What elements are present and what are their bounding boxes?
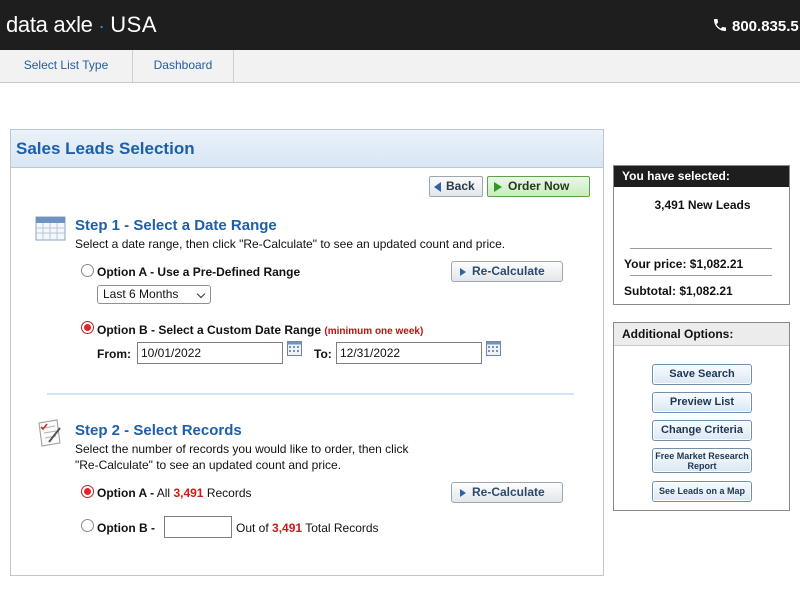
phone-icon	[714, 19, 726, 31]
section-divider	[47, 393, 574, 395]
recalc-label: Re-Calculate	[472, 264, 545, 278]
nav-select-list-type[interactable]: Select List Type	[0, 50, 133, 82]
from-date-input[interactable]	[137, 342, 283, 364]
summary-divider	[630, 248, 772, 249]
page-title: Sales Leads Selection	[16, 139, 195, 158]
checklist-icon	[38, 419, 61, 447]
from-calendar-icon[interactable]	[287, 341, 302, 356]
recalc-arrow-icon	[460, 268, 466, 276]
panel-header: Sales Leads Selection	[11, 130, 603, 168]
market-research-report-button[interactable]: Free Market Research Report	[652, 448, 752, 473]
back-button-label: Back	[446, 179, 475, 193]
your-price: Your price: $1,082.21	[624, 257, 744, 271]
step2-option-a-radio[interactable]	[81, 485, 94, 498]
back-arrow-icon	[434, 182, 441, 192]
preview-list-button[interactable]: Preview List	[652, 392, 752, 413]
nav-dashboard[interactable]: Dashboard	[133, 50, 234, 82]
summary-divider	[630, 275, 772, 276]
logo-separator: ·	[98, 16, 105, 36]
step2-option-b-prefix: Option B -	[97, 521, 155, 535]
to-calendar-icon[interactable]	[486, 341, 501, 356]
calendar-icon	[35, 216, 66, 241]
step1-title: Step 1 - Select a Date Range	[75, 217, 277, 234]
step2-recalculate-button[interactable]: Re-Calculate	[451, 482, 563, 503]
logo[interactable]: data axle · USA	[6, 12, 157, 38]
phone-number[interactable]: 800.835.5	[712, 17, 799, 35]
to-label: To:	[314, 347, 332, 361]
step1-description: Select a date range, then click "Re-Calc…	[75, 237, 506, 251]
change-criteria-button[interactable]: Change Criteria	[652, 420, 752, 441]
nav-bar: Select List Type Dashboard	[0, 50, 800, 83]
sales-leads-panel: Sales Leads Selection Back Order Now Ste…	[10, 129, 604, 576]
step2-option-b-suffix: Out of 3,491 Total Records	[236, 521, 379, 535]
play-arrow-icon	[494, 182, 502, 192]
step1-option-b-label: Option B - Select a Custom Date Range (m…	[97, 323, 424, 337]
order-now-button[interactable]: Order Now	[487, 176, 590, 197]
selected-leads-count: 3,491 New Leads	[654, 198, 751, 212]
recalc-label: Re-Calculate	[472, 485, 545, 499]
date-range-select[interactable]: Last 6 Months	[97, 285, 211, 304]
additional-options-header: Additional Options:	[614, 323, 789, 346]
selection-summary-header: You have selected:	[614, 166, 789, 187]
step1-option-a-radio[interactable]	[81, 264, 94, 277]
record-count: 3,491	[173, 486, 204, 500]
to-date-input[interactable]	[336, 342, 482, 364]
logo-country: USA	[110, 12, 158, 37]
from-label: From:	[97, 347, 131, 361]
logo-brand: data axle	[6, 12, 93, 37]
step2-description-line1: Select the number of records you would l…	[75, 442, 409, 456]
phone-text: 800.835.5	[732, 18, 799, 35]
step2-option-a-label: Option A - All 3,491 Records	[97, 486, 252, 500]
save-search-button[interactable]: Save Search	[652, 364, 752, 385]
back-button[interactable]: Back	[429, 176, 483, 197]
selection-summary-panel: You have selected: 3,491 New Leads Your …	[613, 165, 790, 305]
recalc-arrow-icon	[460, 489, 466, 497]
total-record-count: 3,491	[272, 521, 303, 535]
additional-options-panel: Additional Options: Save Search Preview …	[613, 322, 790, 511]
step1-recalculate-button[interactable]: Re-Calculate	[451, 261, 563, 282]
see-leads-on-map-button[interactable]: See Leads on a Map	[652, 481, 752, 502]
step2-option-b-radio[interactable]	[81, 519, 94, 532]
step2-description-line2: "Re-Calculate" to see an updated count a…	[75, 458, 342, 472]
step1-option-b-radio[interactable]	[81, 321, 94, 334]
chevron-down-icon	[196, 289, 206, 299]
top-header: data axle · USA 800.835.5	[0, 0, 800, 50]
subtotal: Subtotal: $1,082.21	[624, 284, 733, 298]
step2-title: Step 2 - Select Records	[75, 422, 242, 439]
date-range-value: Last 6 Months	[103, 287, 179, 301]
record-quantity-input[interactable]	[164, 516, 232, 538]
order-now-label: Order Now	[508, 179, 570, 193]
minimum-week-note: (minimum one week)	[324, 326, 424, 337]
step1-option-a-label: Option A - Use a Pre-Defined Range	[97, 265, 301, 279]
